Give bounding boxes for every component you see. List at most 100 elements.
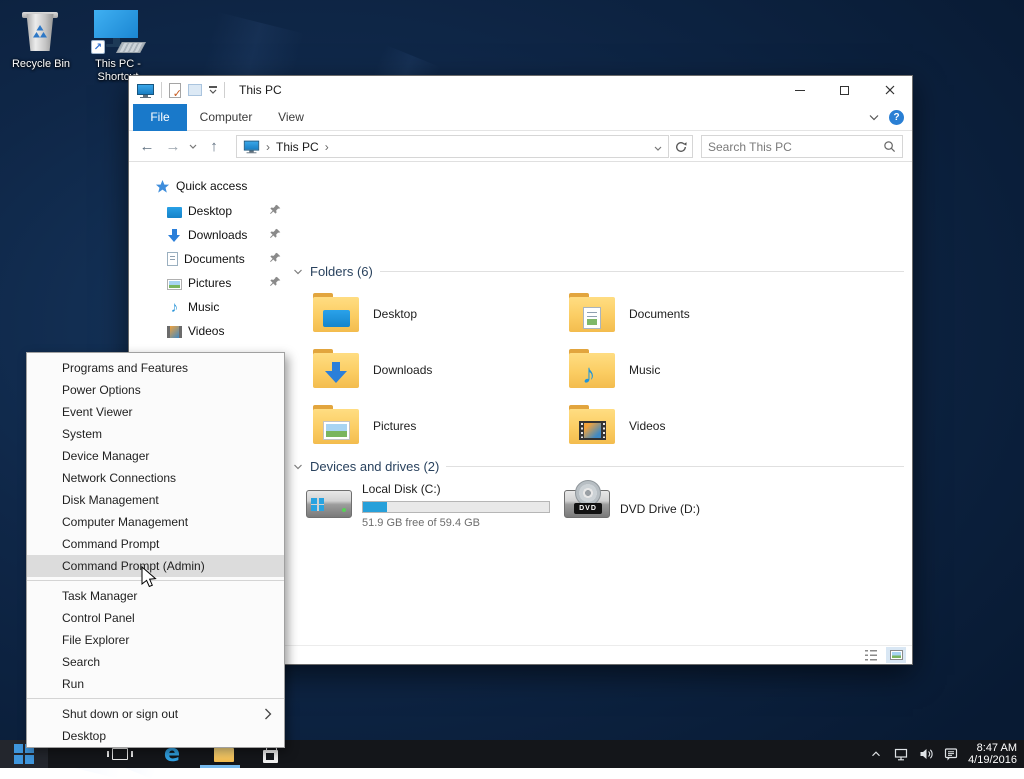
volume-tray-icon[interactable]: [913, 740, 938, 768]
folder-tile-pictures[interactable]: Pictures: [313, 396, 569, 452]
menu-item-programs-and-features[interactable]: Programs and Features: [27, 357, 284, 379]
customize-toolbar-dropdown-icon[interactable]: [209, 86, 217, 94]
menu-item-disk-management[interactable]: Disk Management: [27, 489, 284, 511]
close-button[interactable]: [867, 76, 912, 104]
sidebar-item-label: Music: [188, 300, 219, 314]
menu-item-device-manager[interactable]: Device Manager: [27, 445, 284, 467]
clock-time: 8:47 AM: [968, 742, 1017, 755]
breadcrumb-chevron[interactable]: ›: [325, 140, 329, 154]
folder-tile-videos[interactable]: Videos: [569, 396, 825, 452]
menu-item-system[interactable]: System: [27, 423, 284, 445]
documents-folder-icon: [569, 292, 615, 332]
section-rule: [446, 466, 904, 467]
tab-file[interactable]: File: [133, 104, 187, 131]
drive-tile-local-disk[interactable]: Local Disk (C:) 51.9 GB free of 59.4 GB: [306, 478, 552, 518]
documents-mini-icon: [167, 252, 178, 266]
disk-usage-fill: [363, 502, 387, 512]
ribbon-tabs: File Computer View ?: [129, 104, 912, 131]
refresh-button[interactable]: [670, 135, 693, 158]
folder-tile-music[interactable]: ♪ Music: [569, 340, 825, 396]
section-rule: [380, 271, 904, 272]
tab-view[interactable]: View: [265, 104, 317, 131]
back-button[interactable]: ←: [135, 131, 159, 162]
folder-label: Music: [629, 363, 660, 377]
sidebar-item-quick-access[interactable]: Quick access: [129, 174, 291, 198]
menu-item-run[interactable]: Run: [27, 673, 284, 695]
folder-label: Videos: [629, 419, 665, 433]
action-center-tray-icon[interactable]: [938, 740, 963, 768]
search-box[interactable]: [701, 135, 903, 158]
this-pc-breadcrumb-icon: [244, 140, 259, 154]
windows-logo-icon: [311, 498, 324, 511]
folder-label: Downloads: [373, 363, 432, 377]
desktop-icon-label: Recycle Bin: [6, 58, 76, 71]
menu-item-search[interactable]: Search: [27, 651, 284, 673]
disk-capacity-bar: [362, 501, 550, 513]
collapse-chevron-icon[interactable]: [293, 268, 303, 276]
breadcrumb-this-pc[interactable]: This PC: [276, 140, 319, 154]
videos-mini-icon: [167, 326, 182, 338]
folder-tile-desktop[interactable]: Desktop: [313, 284, 569, 340]
menu-item-shutdown[interactable]: Shut down or sign out: [27, 703, 284, 725]
search-input[interactable]: [708, 140, 883, 154]
forward-button[interactable]: →: [161, 131, 185, 162]
help-icon[interactable]: ?: [889, 110, 904, 125]
sidebar-item-music[interactable]: ♪ Music: [129, 295, 291, 319]
quick-access-toolbar: ✓: [137, 76, 225, 104]
sidebar-item-desktop[interactable]: Desktop: [129, 199, 291, 223]
menu-item-desktop[interactable]: Desktop: [27, 725, 284, 747]
sidebar-item-label: Pictures: [188, 276, 231, 290]
folder-label: Documents: [629, 307, 690, 321]
recent-locations-dropdown-icon[interactable]: [185, 131, 201, 162]
sidebar-item-label: Documents: [184, 252, 245, 266]
taskbar-clock[interactable]: 8:47 AM 4/19/2016: [963, 742, 1024, 767]
folders-section-header[interactable]: Folders (6): [310, 264, 373, 279]
sidebar-item-pictures[interactable]: Pictures: [129, 271, 291, 295]
sidebar-item-downloads[interactable]: Downloads: [129, 223, 291, 247]
pictures-mini-icon: [167, 279, 182, 290]
submenu-arrow-icon: [264, 708, 272, 720]
menu-item-event-viewer[interactable]: Event Viewer: [27, 401, 284, 423]
separator: [224, 82, 225, 98]
search-icon[interactable]: [883, 140, 896, 153]
desktop-mini-icon: [167, 207, 182, 218]
maximize-button[interactable]: [822, 76, 867, 104]
desktop-icon-recycle-bin[interactable]: Recycle Bin: [6, 8, 76, 71]
properties-icon[interactable]: ✓: [169, 83, 181, 98]
drive-tile-dvd[interactable]: DVD DVD Drive (D:): [564, 478, 700, 518]
desktop-icon-this-pc-shortcut[interactable]: ↗ This PC - Shortcut: [83, 8, 153, 84]
tab-computer[interactable]: Computer: [193, 104, 259, 131]
menu-separator: [27, 698, 284, 699]
menu-item-file-explorer[interactable]: File Explorer: [27, 629, 284, 651]
drive-name: Local Disk (C:): [362, 482, 441, 496]
collapse-chevron-icon[interactable]: [293, 463, 303, 471]
large-icons-view-button[interactable]: [886, 647, 906, 663]
menu-item-control-panel[interactable]: Control Panel: [27, 607, 284, 629]
network-tray-icon[interactable]: [888, 740, 913, 768]
up-button[interactable]: ↑: [201, 131, 227, 162]
menu-item-network-connections[interactable]: Network Connections: [27, 467, 284, 489]
title-bar[interactable]: ✓ This PC: [129, 76, 912, 104]
desktop-icon-label: This PC -: [95, 58, 141, 70]
pinned-icon: [269, 204, 281, 216]
menu-item-computer-management[interactable]: Computer Management: [27, 511, 284, 533]
minimize-button[interactable]: [777, 76, 822, 104]
sidebar-item-videos[interactable]: Videos: [129, 319, 291, 343]
show-hidden-icons-chevron[interactable]: [863, 740, 888, 768]
keyboard-icon: [116, 42, 146, 53]
menu-item-power-options[interactable]: Power Options: [27, 379, 284, 401]
details-view-button[interactable]: [861, 647, 881, 663]
desktop-folder-icon: [313, 292, 359, 332]
menu-item-command-prompt[interactable]: Command Prompt: [27, 533, 284, 555]
this-pc-icon: ↗: [83, 8, 153, 58]
drives-section-header[interactable]: Devices and drives (2): [310, 459, 439, 474]
sidebar-item-label: Downloads: [188, 228, 247, 242]
new-folder-icon[interactable]: [188, 84, 202, 96]
quick-access-star-icon: [155, 179, 170, 194]
folder-tile-documents[interactable]: Documents: [569, 284, 825, 340]
ribbon-collapse-icon[interactable]: [869, 114, 879, 121]
sidebar-item-documents[interactable]: Documents: [129, 247, 291, 271]
address-bar[interactable]: › This PC ›: [236, 135, 669, 158]
address-dropdown-icon[interactable]: [654, 140, 662, 154]
folder-tile-downloads[interactable]: Downloads: [313, 340, 569, 396]
